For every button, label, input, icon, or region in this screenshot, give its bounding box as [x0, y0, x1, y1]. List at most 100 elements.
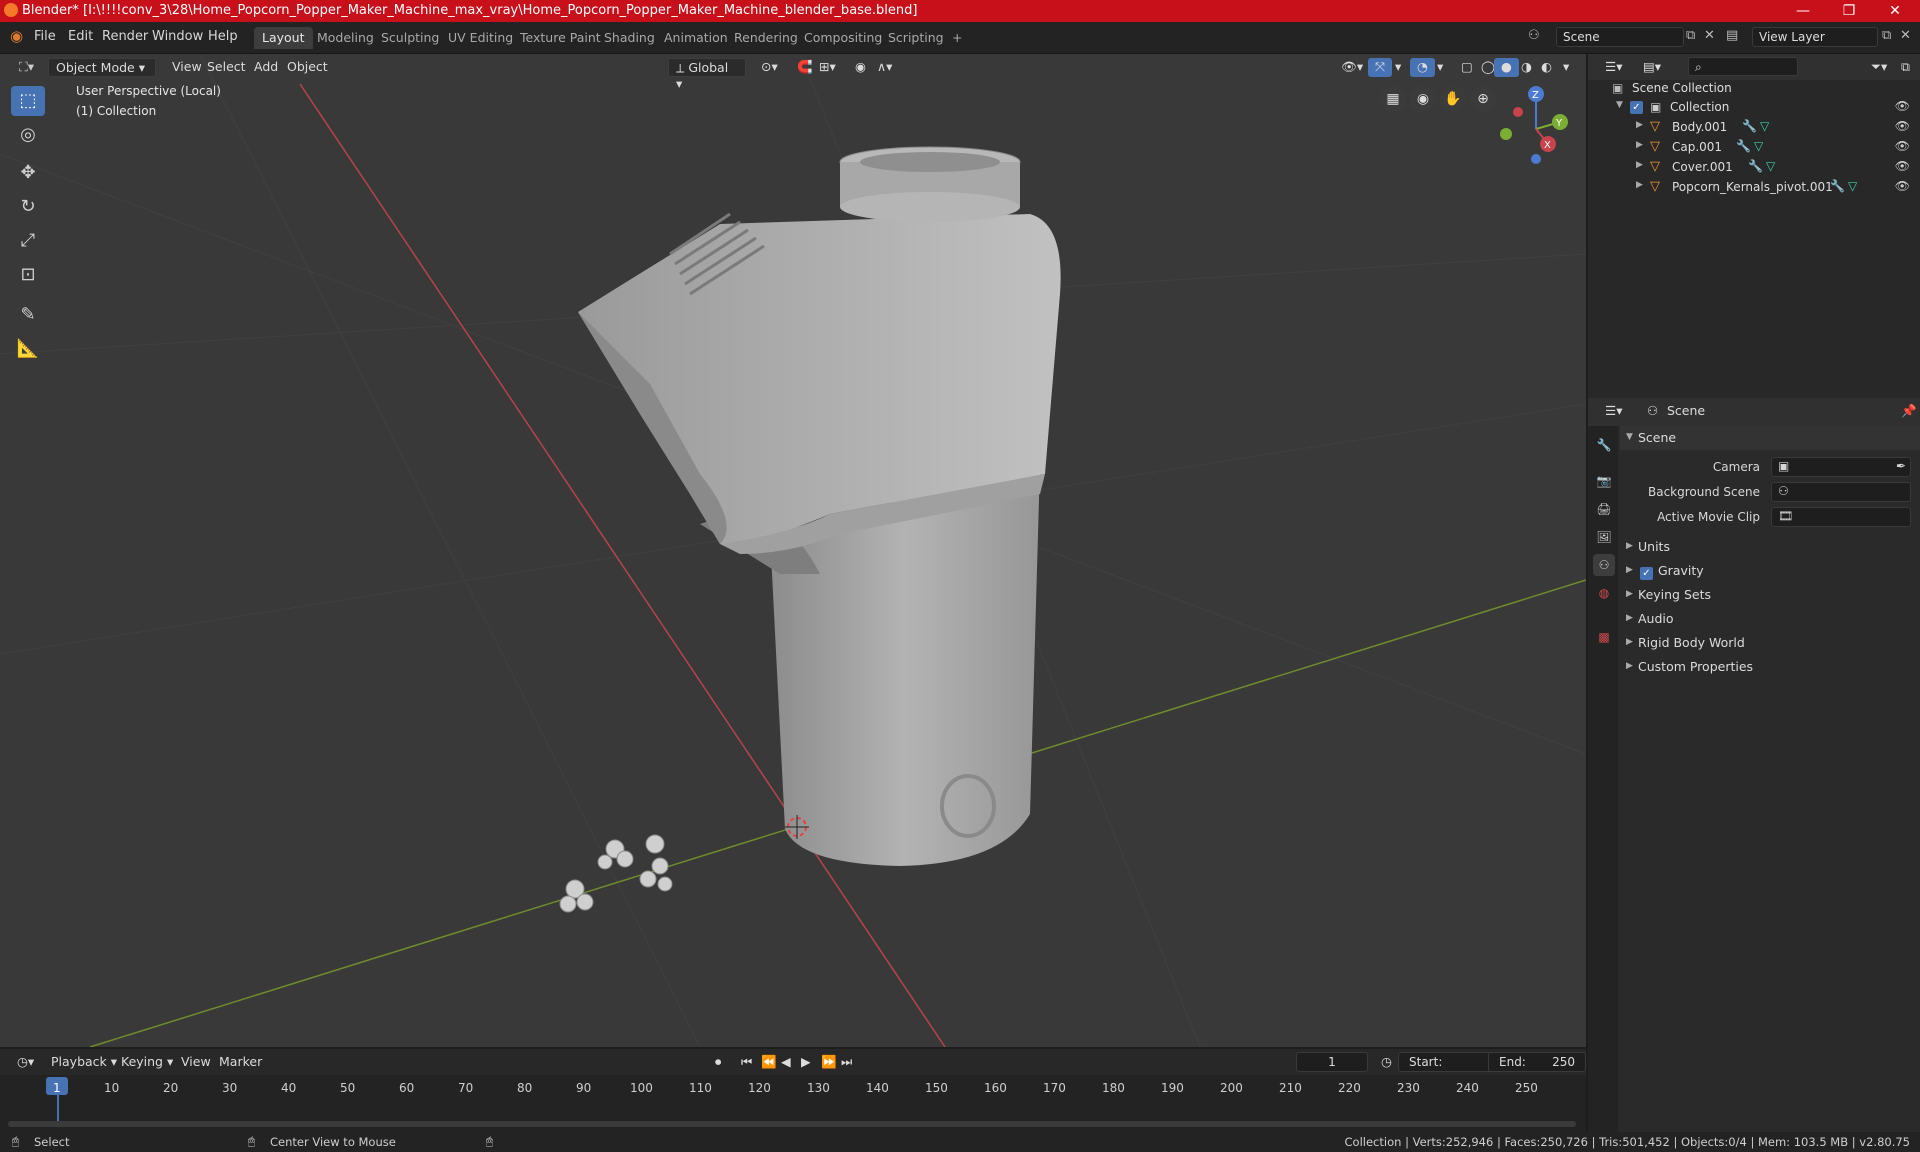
pin-icon[interactable]: 📌 — [1894, 402, 1920, 421]
scene-properties-tab[interactable]: ⚇ — [1593, 554, 1615, 576]
select-box-tool[interactable]: ⬚ — [11, 86, 45, 116]
tab-modeling[interactable]: Modeling — [309, 27, 382, 49]
add-workspace-button[interactable]: + — [944, 27, 970, 49]
jump-end-button[interactable]: ⏭ — [834, 1053, 859, 1072]
close-button[interactable]: ✕ — [1872, 0, 1918, 22]
cap-modifier-icon[interactable]: 🔧 — [1736, 139, 1751, 153]
cap-expand-icon[interactable]: ▶ — [1636, 140, 1643, 150]
current-frame-field[interactable]: 1 — [1296, 1052, 1368, 1072]
blender-menu-icon[interactable]: ◉ — [10, 27, 23, 45]
cover-visibility-eye-icon[interactable]: 👁 — [1895, 159, 1910, 173]
properties-editor-type-icon[interactable]: ☰▾ — [1598, 402, 1629, 421]
texture-properties-tab[interactable]: ▩ — [1593, 626, 1615, 648]
pan-hand-icon[interactable]: ✋ — [1440, 86, 1466, 112]
popcorn-visibility-eye-icon[interactable]: 👁 — [1895, 179, 1910, 193]
viewport-menu-object[interactable]: Object — [280, 58, 335, 77]
view-layer-icon[interactable]: ▤ — [1726, 28, 1738, 43]
rotate-tool[interactable]: ↻ — [11, 192, 45, 222]
render-properties-tab[interactable]: 📷 — [1593, 470, 1615, 492]
popcorn-expand-icon[interactable]: ▶ — [1636, 180, 1643, 190]
remove-view-layer-icon[interactable]: ✕ — [1900, 28, 1911, 43]
tab-compositing[interactable]: Compositing — [796, 27, 890, 49]
tab-sculpting[interactable]: Sculpting — [373, 27, 447, 49]
units-panel[interactable]: ▶ Units — [1620, 535, 1920, 559]
background-scene-field[interactable]: ⚇ — [1771, 482, 1911, 502]
tab-shading[interactable]: Shading — [596, 27, 663, 49]
collection-expand-icon[interactable]: ▼ — [1616, 100, 1623, 110]
outliner-item-body[interactable]: ▶ ▽ Body.001 🔧 ▽ 👁 — [1588, 117, 1920, 137]
transform-tool[interactable]: ⊡ — [11, 260, 45, 290]
gravity-panel[interactable]: ▶ ✓ Gravity — [1620, 559, 1920, 583]
marker-menu[interactable]: Marker — [212, 1053, 269, 1072]
menu-window[interactable]: Window — [152, 29, 203, 44]
annotate-tool[interactable]: ✎ — [11, 300, 45, 330]
record-button[interactable]: ⏺ — [708, 1053, 728, 1072]
keying-menu[interactable]: Keying ▾ — [114, 1053, 180, 1072]
cap-visibility-eye-icon[interactable]: 👁 — [1895, 139, 1910, 153]
eyedropper-icon[interactable]: ✒ — [1896, 459, 1906, 473]
outliner-item-cap[interactable]: ▶ ▽ Cap.001 🔧 ▽ 👁 — [1588, 137, 1920, 157]
tab-layout[interactable]: Layout — [254, 27, 313, 49]
audio-panel[interactable]: ▶ Audio — [1620, 607, 1920, 631]
body-visibility-eye-icon[interactable]: 👁 — [1895, 119, 1910, 133]
menu-render[interactable]: Render — [102, 29, 148, 44]
rigid-body-world-panel[interactable]: ▶ Rigid Body World — [1620, 631, 1920, 655]
end-frame-field[interactable]: End: 250 — [1488, 1052, 1586, 1072]
visibility-icon[interactable]: 👁▾ — [1334, 58, 1370, 77]
proportional-falloff-icon[interactable]: ∧▾ — [870, 58, 899, 77]
body-expand-icon[interactable]: ▶ — [1636, 120, 1643, 130]
new-scene-icon[interactable]: ⧉ — [1686, 28, 1695, 43]
navigation-gizmo[interactable]: Z Y X — [1498, 84, 1578, 164]
outliner-item-cover[interactable]: ▶ ▽ Cover.001 🔧 ▽ 👁 — [1588, 157, 1920, 177]
view-layer-properties-tab[interactable]: 🖼 — [1593, 526, 1615, 548]
toggle-grid-icon[interactable]: ▦ — [1380, 86, 1406, 112]
tab-texture-paint[interactable]: Texture Paint — [512, 27, 609, 49]
tab-animation[interactable]: Animation — [656, 27, 736, 49]
menu-help[interactable]: Help — [208, 29, 238, 44]
tool-properties-tab[interactable]: 🔧 — [1593, 434, 1615, 456]
outliner-filter-icon[interactable]: ⏷▾ — [1864, 58, 1894, 77]
popcorn-mesh-data-icon[interactable]: ▽ — [1848, 179, 1857, 193]
timeline-scrollbar[interactable] — [8, 1121, 1576, 1127]
viewport-menu-select[interactable]: Select — [200, 58, 253, 77]
custom-properties-panel[interactable]: ▶ Custom Properties — [1620, 655, 1920, 679]
scene-selector-icon[interactable]: ⚇ — [1528, 28, 1540, 43]
popcorn-modifier-icon[interactable]: 🔧 — [1830, 179, 1845, 193]
tab-rendering[interactable]: Rendering — [726, 27, 806, 49]
playback-menu[interactable]: Playback ▾ — [44, 1053, 124, 1072]
editor-type-icon[interactable]: ⛶▾ — [12, 58, 41, 77]
gizmo-dropdown-icon[interactable]: ▾ — [1388, 58, 1408, 77]
cover-expand-icon[interactable]: ▶ — [1636, 160, 1643, 170]
transform-orientation-dropdown[interactable]: ⟂ Global ▾ — [668, 58, 746, 91]
menu-file[interactable]: File — [34, 29, 56, 44]
pivot-point-icon[interactable]: ⊙▾ — [754, 58, 785, 77]
cursor-tool[interactable]: ◎ — [11, 120, 45, 150]
collection-visibility-eye-icon[interactable]: 👁 — [1895, 99, 1910, 113]
cover-mesh-data-icon[interactable]: ▽ — [1766, 159, 1775, 173]
remove-scene-icon[interactable]: ✕ — [1704, 28, 1715, 43]
tab-uv-editing[interactable]: UV Editing — [440, 27, 521, 49]
new-view-layer-icon[interactable]: ⧉ — [1882, 28, 1891, 43]
tab-scripting[interactable]: Scripting — [880, 27, 952, 49]
cover-modifier-icon[interactable]: 🔧 — [1748, 159, 1763, 173]
world-properties-tab[interactable]: ◍ — [1593, 582, 1615, 604]
collection-checkbox[interactable]: ✓ — [1630, 99, 1643, 114]
outliner-collection[interactable]: ▼ ✓ ▣ Collection 👁 — [1588, 97, 1920, 117]
keying-sets-panel[interactable]: ▶ Keying Sets — [1620, 583, 1920, 607]
zoom-icon[interactable]: ⊕ — [1470, 86, 1496, 112]
scale-tool[interactable]: ⤢ — [11, 226, 45, 256]
outliner-scene-collection[interactable]: ▣ Scene Collection — [1588, 78, 1920, 98]
body-mesh-data-icon[interactable]: ▽ — [1760, 119, 1769, 133]
3d-viewport[interactable]: User Perspective (Local) (1) Collection … — [0, 54, 1586, 1047]
menu-edit[interactable]: Edit — [68, 29, 93, 44]
overlay-dropdown-icon[interactable]: ▾ — [1430, 58, 1450, 77]
object-mode-dropdown[interactable]: Object Mode ▾ — [48, 58, 156, 77]
camera-view-icon[interactable]: ◉ — [1410, 86, 1436, 112]
active-movie-clip-field[interactable]: 🎞 — [1771, 507, 1911, 527]
move-tool[interactable]: ✥ — [11, 158, 45, 188]
measure-tool[interactable]: 📐 — [11, 334, 45, 364]
scene-panel-header[interactable]: ▼ Scene — [1620, 426, 1920, 450]
gravity-checkbox[interactable]: ✓ — [1640, 564, 1653, 580]
outliner-new-collection-icon[interactable]: ⧉ — [1894, 58, 1917, 77]
outliner-editor-type-icon[interactable]: ☰▾ — [1598, 58, 1629, 77]
